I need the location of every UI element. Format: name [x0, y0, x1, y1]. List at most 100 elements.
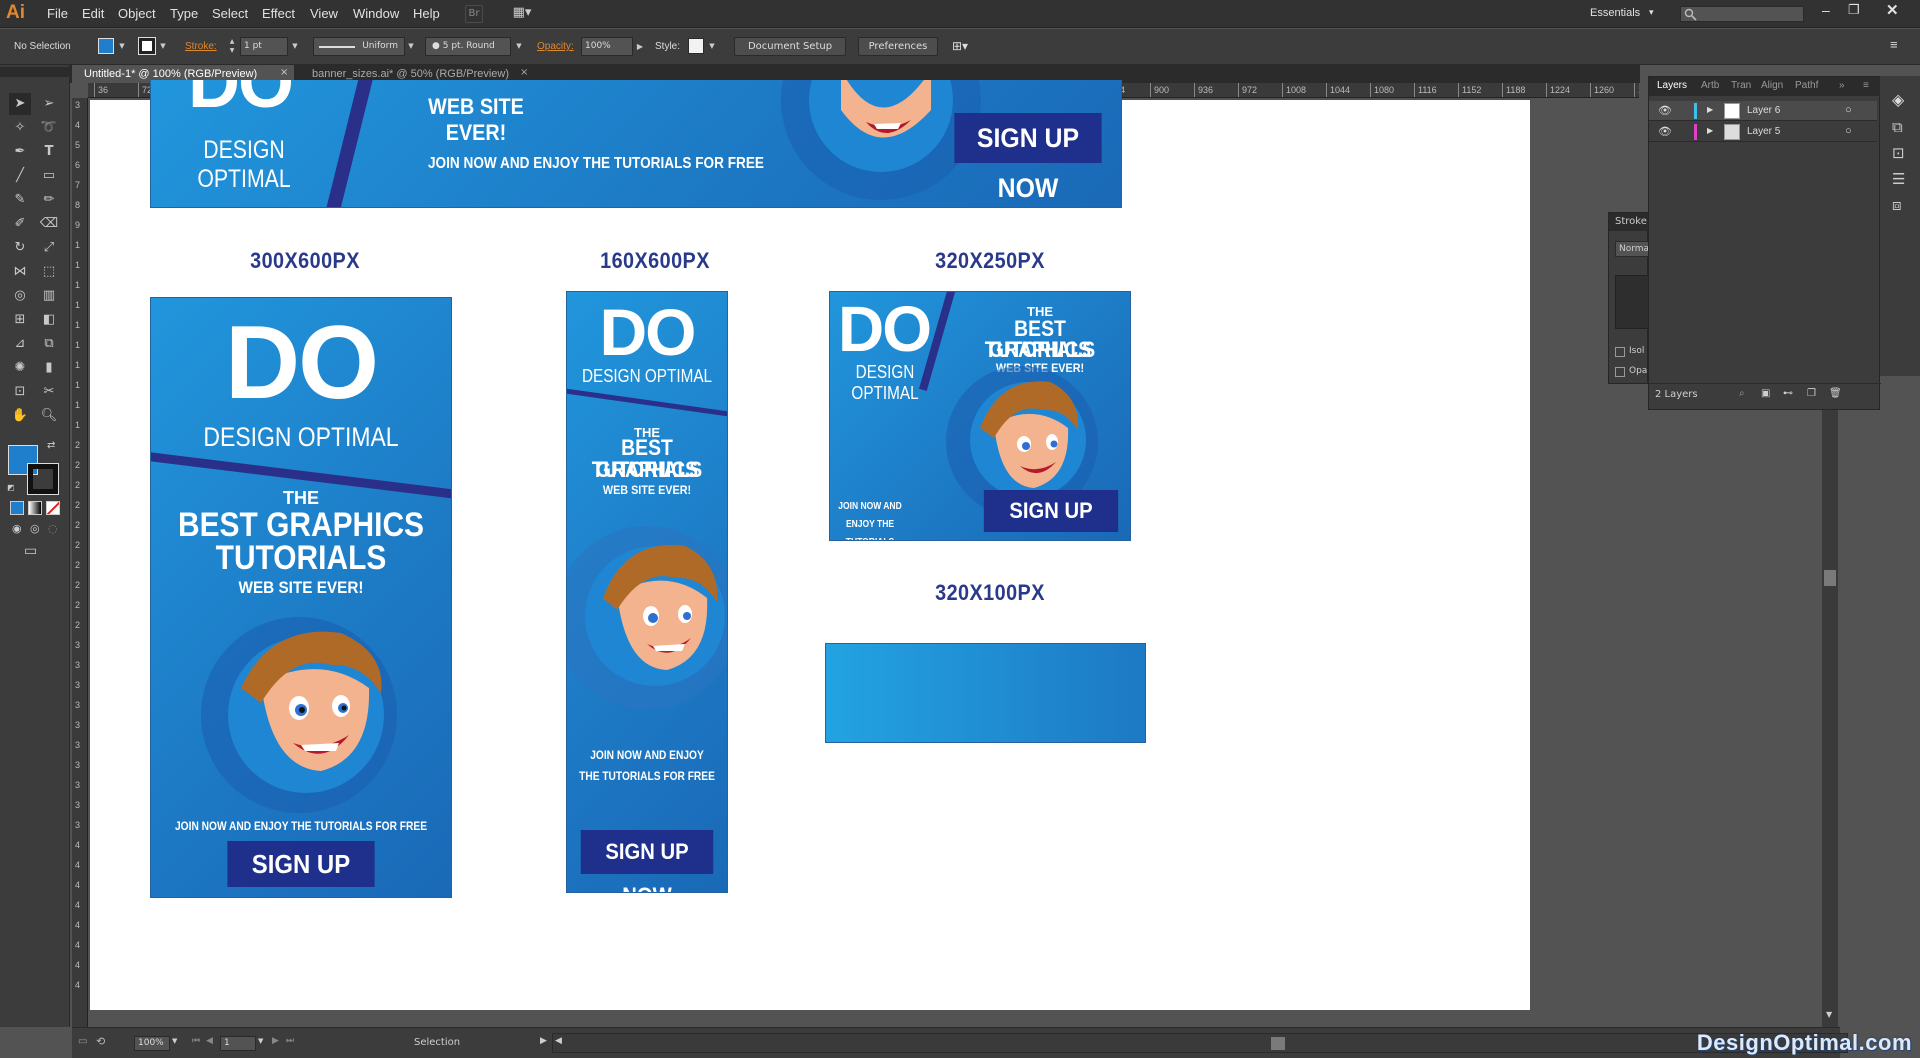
menu-object[interactable]: Object — [118, 6, 156, 21]
panel-menu-icon[interactable]: ≡ — [1890, 37, 1898, 52]
style-swatch[interactable] — [688, 38, 704, 54]
pathfinder-dock-icon[interactable]: ⧈ — [1892, 196, 1902, 214]
free-transform-tool-icon[interactable]: ⬚ — [38, 261, 60, 283]
line-tool-icon[interactable]: ╱ — [9, 165, 31, 187]
eye-visibility-icon[interactable]: 👁︎ — [1658, 104, 1672, 117]
search-input[interactable] — [1680, 6, 1804, 22]
scroll-thumb[interactable] — [1271, 1037, 1285, 1050]
stroke-stepper-icon[interactable]: ▲ ▼ — [226, 37, 238, 56]
menu-type[interactable]: Type — [170, 6, 198, 21]
pen-tool-icon[interactable]: ✒ — [9, 141, 31, 163]
stroke-panel-title[interactable]: Stroke — [1609, 213, 1649, 231]
artboard-navigator-icon[interactable]: ▭ — [78, 1036, 87, 1047]
type-tool-icon[interactable]: T — [38, 141, 60, 163]
target-circle-icon[interactable]: ○ — [1845, 104, 1852, 116]
preferences-button[interactable]: Preferences — [858, 37, 938, 56]
artboard-dropdown-icon[interactable]: ▼ — [258, 1037, 263, 1045]
fill-dropdown-icon[interactable]: ▼ — [116, 37, 128, 56]
opacity-label[interactable]: Opacity: — [537, 41, 574, 52]
scroll-left-arrow-icon[interactable]: ◀ — [555, 1036, 562, 1046]
first-artboard-icon[interactable]: ⏮ — [192, 1036, 200, 1046]
layer-name[interactable]: Layer 6 — [1747, 105, 1780, 116]
sign-up-button[interactable]: SIGN UP NOW — [580, 830, 714, 892]
brush-field[interactable]: ● 5 pt. Round — [425, 37, 511, 56]
opacity-mask-checkbox[interactable] — [1615, 367, 1625, 377]
rectangle-tool-icon[interactable]: ▭ — [38, 165, 60, 187]
slice-tool-icon[interactable]: ✂ — [38, 381, 60, 403]
brush-dropdown-icon[interactable]: ▼ — [513, 37, 525, 56]
tab-align[interactable]: Align — [1761, 80, 1783, 91]
lasso-tool-icon[interactable]: ➰ — [38, 117, 60, 139]
draw-behind-icon[interactable]: ◎ — [30, 522, 40, 535]
menu-effect[interactable]: Effect — [262, 6, 295, 21]
rotate-view-icon[interactable]: ⟲ — [96, 1035, 105, 1048]
menu-edit[interactable]: Edit — [82, 6, 104, 21]
tab-pathfinder[interactable]: Pathf — [1795, 80, 1818, 91]
style-dropdown-icon[interactable]: ▼ — [706, 37, 718, 56]
fill-swatch[interactable] — [98, 38, 114, 54]
arrange-documents-icon[interactable]: ▦▾ — [508, 5, 536, 23]
magic-wand-tool-icon[interactable]: ✧ — [9, 117, 31, 139]
blob-brush-tool-icon[interactable]: ✐ — [9, 213, 31, 235]
workspace-caret-icon[interactable]: ▾ — [1649, 7, 1654, 18]
panel-menu-icon[interactable]: ≡ — [1863, 80, 1869, 91]
blend-tool-icon[interactable]: ⧉ — [38, 333, 60, 355]
stroke-weight-field[interactable]: 1 pt — [240, 37, 288, 56]
draw-normal-icon[interactable]: ◉ — [12, 522, 22, 535]
sign-up-button[interactable]: SIGN UP NOW — [227, 841, 375, 897]
screen-mode-icon[interactable]: ▭ — [24, 543, 37, 559]
zoom-tool-icon[interactable]: 🔍︎ — [38, 405, 60, 427]
scroll-down-arrow-icon[interactable]: ▼ — [1826, 1010, 1832, 1019]
layer-row[interactable]: 👁︎ ▶ Layer 5 ○ — [1649, 122, 1877, 142]
pencil-tool-icon[interactable]: ✏ — [38, 189, 60, 211]
width-tool-icon[interactable]: ⋈ — [9, 261, 31, 283]
target-circle-icon[interactable]: ○ — [1845, 125, 1852, 137]
menu-help[interactable]: Help — [413, 6, 440, 21]
sign-up-button[interactable]: SIGN UP NOW — [983, 490, 1119, 532]
none-mode-icon[interactable] — [46, 501, 60, 515]
skyscraper-banner-300x600[interactable]: DO DESIGN OPTIMAL THE BEST GRAPHICS TUTO… — [150, 297, 452, 898]
skyscraper-banner-160x600[interactable]: DO DESIGN OPTIMAL THE BEST GRAPHICS TUTO… — [566, 291, 728, 893]
stroke-color-box[interactable] — [27, 463, 59, 495]
tab-artboards[interactable]: Artb — [1701, 80, 1719, 91]
blend-mode-field[interactable]: Norma — [1615, 241, 1649, 257]
menu-file[interactable]: File — [47, 6, 68, 21]
hand-tool-icon[interactable]: ✋ — [9, 405, 31, 427]
new-sublayer-icon[interactable]: ⊷ — [1783, 388, 1793, 399]
column-graph-tool-icon[interactable]: ▮ — [38, 357, 60, 379]
zoom-level-field[interactable]: 100% — [134, 1036, 170, 1051]
scale-tool-icon[interactable]: ⤢ — [38, 237, 60, 259]
new-layer-icon[interactable]: ❐ — [1807, 388, 1816, 399]
stroke-label[interactable]: Stroke: — [185, 41, 217, 52]
stroke-profile-dropdown-icon[interactable]: ▼ — [405, 37, 417, 56]
opacity-arrow-icon[interactable]: ▶ — [634, 37, 646, 56]
minimize-icon[interactable]: – — [1822, 2, 1830, 18]
symbol-sprayer-tool-icon[interactable]: ✺ — [9, 357, 31, 379]
stroke-swatch[interactable] — [138, 37, 156, 55]
vertical-scrollbar[interactable]: ▼ — [1822, 410, 1838, 1027]
locate-object-icon[interactable]: ⌕ — [1739, 388, 1745, 399]
restore-icon[interactable]: ❐ — [1848, 2, 1860, 18]
workspace-switcher[interactable]: Essentials — [1590, 7, 1640, 19]
align-dock-icon[interactable]: ☰ — [1892, 170, 1905, 188]
artboard[interactable]: DO DESIGN OPTIMAL WEB SITE EVER! JOIN NO… — [90, 80, 1530, 1010]
eyedropper-tool-icon[interactable]: ⊿ — [9, 333, 31, 355]
layer-row[interactable]: 👁︎ ▶ Layer 6 ○ — [1649, 101, 1877, 121]
artboard-number-field[interactable]: 1 — [220, 1036, 256, 1051]
rotate-tool-icon[interactable]: ↻ — [9, 237, 31, 259]
default-colors-icon[interactable]: ◩ — [7, 483, 15, 492]
color-mode-icon[interactable] — [10, 501, 24, 515]
horizontal-scrollbar[interactable]: ◀ — [552, 1033, 1848, 1053]
stroke-profile-field[interactable]: Uniform — [313, 37, 405, 56]
tab-close-icon[interactable]: × — [520, 67, 528, 78]
gradient-mode-icon[interactable] — [28, 501, 42, 515]
layers-dock-icon[interactable]: ◈ — [1892, 90, 1904, 109]
delete-layer-icon[interactable]: 🗑︎ — [1829, 388, 1842, 399]
last-artboard-icon[interactable]: ⏭ — [286, 1036, 294, 1046]
tab-transform[interactable]: Tran — [1731, 80, 1751, 91]
panel-expand-icon[interactable]: » — [1839, 80, 1845, 91]
scroll-thumb[interactable] — [1824, 570, 1836, 586]
menu-select[interactable]: Select — [212, 6, 248, 21]
artboard-tool-icon[interactable]: ⊡ — [9, 381, 31, 403]
stroke-dropdown-icon[interactable]: ▼ — [157, 37, 169, 56]
